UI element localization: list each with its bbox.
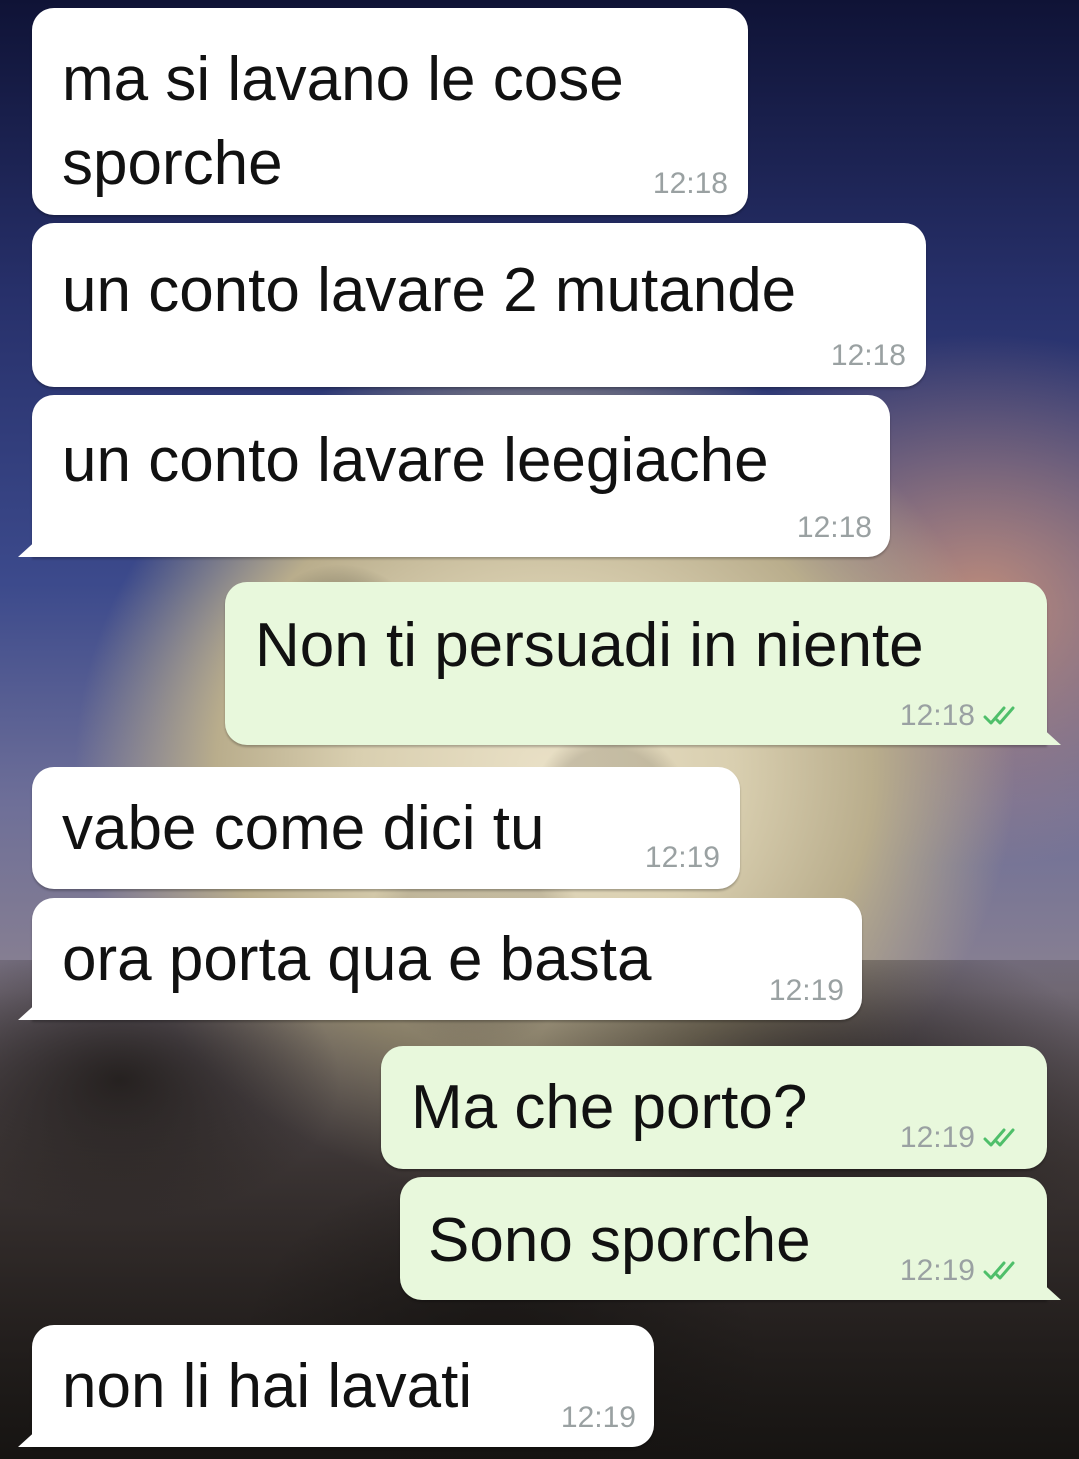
message-time: 12:19 — [560, 1401, 636, 1434]
message-meta: 12:18 — [797, 511, 872, 545]
message-meta: 12:19 — [645, 841, 720, 875]
message-meta: 12:19 — [900, 1121, 1029, 1155]
message-bubble-outgoing[interactable]: Ma che porto? 12:19 — [381, 1046, 1047, 1169]
bubble-tail — [18, 1000, 40, 1020]
message-bubble-incoming[interactable]: un conto lavare 2 mutande 12:18 — [32, 223, 926, 387]
message-text: Non ti persuadi in niente — [255, 611, 924, 680]
message-text: non li hai lavati — [62, 1352, 473, 1421]
message-meta: 12:18 — [653, 167, 728, 201]
message-meta: 12:19 — [900, 1254, 1029, 1288]
message-meta: 12:18 — [900, 699, 1029, 733]
message-text: un conto lavare 2 mutande — [62, 256, 797, 325]
bubble-tail — [1039, 725, 1061, 745]
message-text: ora porta qua e basta — [62, 925, 652, 994]
message-bubble-outgoing[interactable]: Non ti persuadi in niente 12:18 — [225, 582, 1061, 745]
message-time: 12:18 — [899, 699, 975, 732]
message-text: un conto lavare leegiache — [62, 426, 769, 495]
message-bubble-incoming[interactable]: vabe come dici tu 12:19 — [32, 767, 740, 889]
message-time: 12:19 — [899, 1121, 975, 1154]
message-meta: 12:18 — [831, 339, 906, 373]
message-time: 12:18 — [830, 339, 906, 372]
message-meta: 12:19 — [561, 1401, 636, 1435]
message-bubble-incoming[interactable]: ora porta qua e basta 12:19 — [18, 898, 862, 1020]
message-text: vabe come dici tu — [62, 794, 545, 863]
message-text: ma si lavano le cose sporche — [62, 45, 624, 198]
message-time: 12:19 — [644, 841, 720, 874]
message-time: 12:18 — [652, 167, 728, 200]
message-bubble-incoming[interactable]: non li hai lavati 12:19 — [18, 1325, 654, 1447]
message-time: 12:18 — [796, 511, 872, 544]
message-bubble-outgoing[interactable]: Sono sporche 12:19 — [400, 1177, 1061, 1300]
double-check-icon — [983, 1128, 1015, 1147]
message-bubble-incoming[interactable]: ma si lavano le cose sporche 12:18 — [32, 8, 748, 215]
bubble-tail — [18, 1427, 40, 1447]
message-text: Sono sporche — [428, 1206, 811, 1275]
bubble-tail — [1039, 1280, 1061, 1300]
double-check-icon — [983, 1261, 1015, 1280]
message-text: Ma che porto? — [411, 1073, 808, 1142]
message-time: 12:19 — [899, 1254, 975, 1287]
double-check-icon — [983, 706, 1015, 725]
message-meta: 12:19 — [769, 974, 844, 1008]
message-time: 12:19 — [768, 974, 844, 1007]
bubble-tail — [18, 537, 40, 557]
message-bubble-incoming[interactable]: un conto lavare leegiache 12:18 — [18, 395, 890, 557]
